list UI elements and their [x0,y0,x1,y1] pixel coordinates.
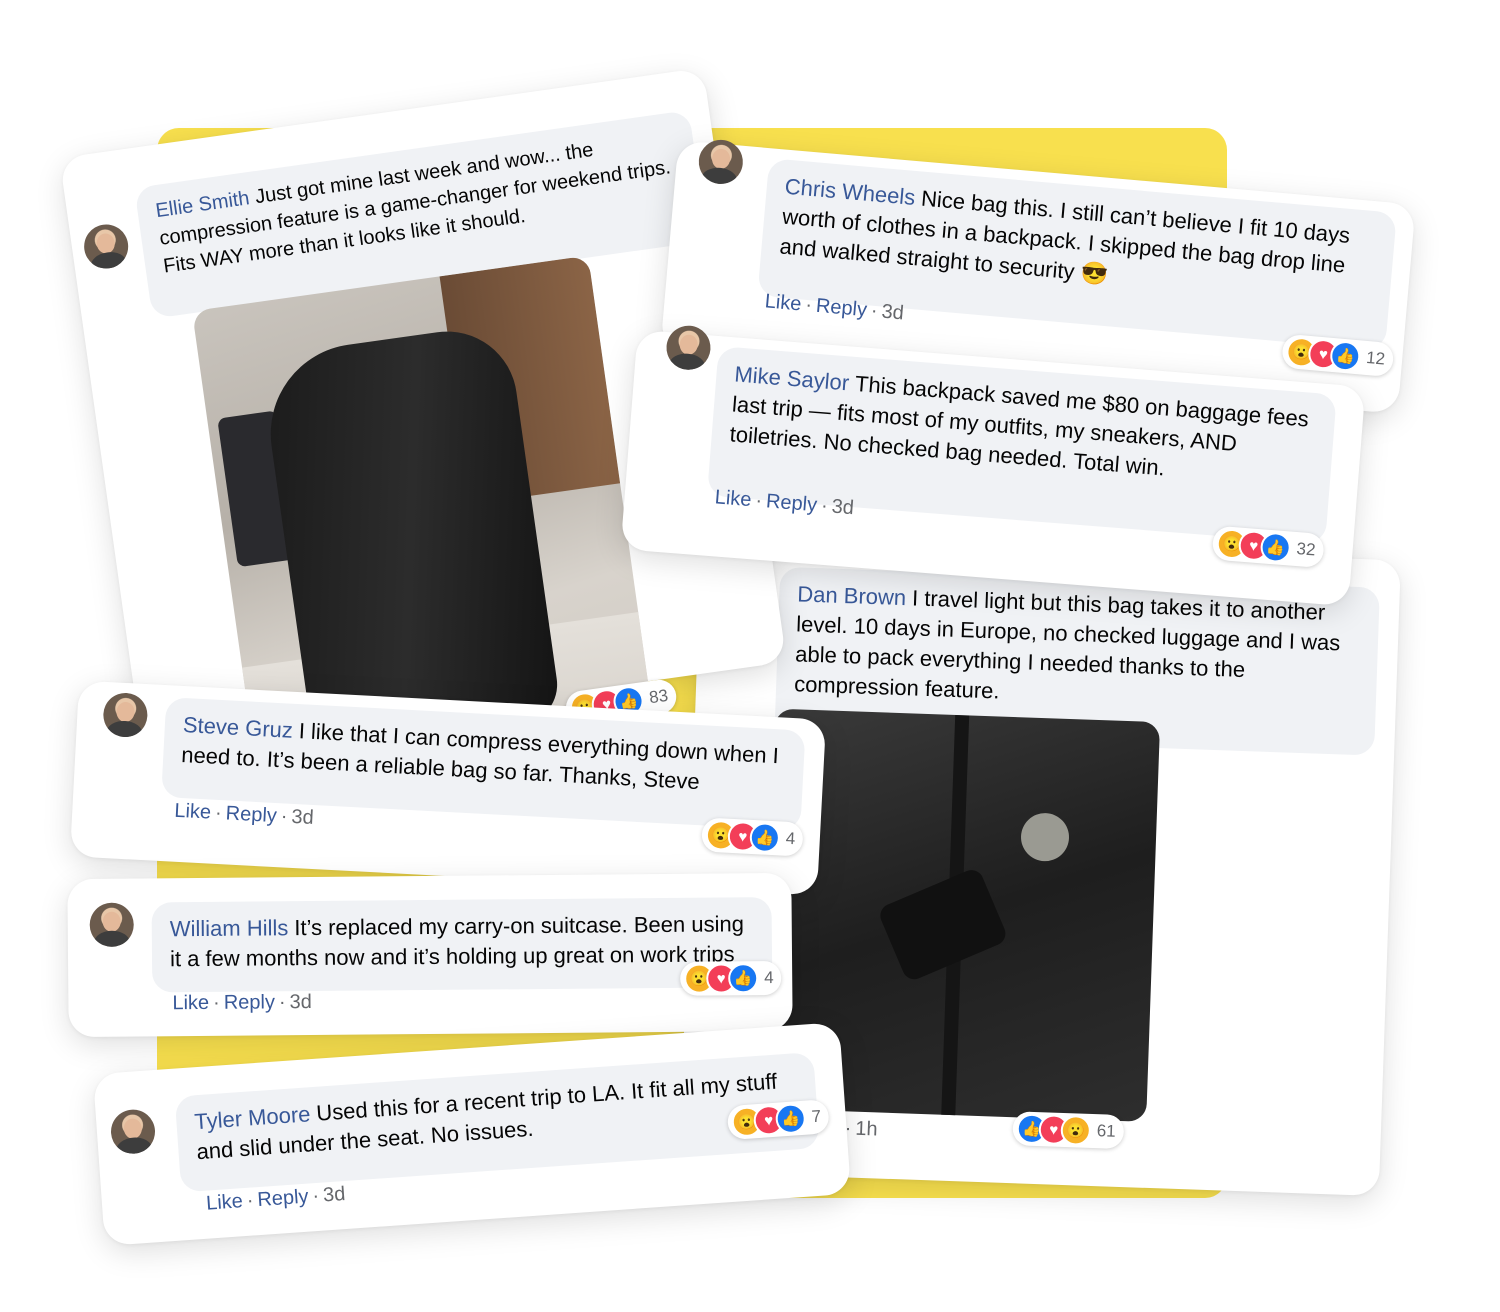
reply-link[interactable]: Reply [765,490,818,516]
avatar [109,1108,157,1156]
like-link[interactable]: Like [764,290,802,315]
commenter-name[interactable]: Steve Gruz [182,712,293,743]
like-link[interactable]: Like [174,800,212,824]
reply-link[interactable]: Reply [257,1186,310,1212]
comment-time: 3d [830,495,855,520]
comment-actions: Like · Reply · 3d [172,991,312,1015]
reaction-count: 4 [764,968,774,988]
avatar [696,138,745,186]
comment-bubble: Tyler Moore Used this for a recent trip t… [174,1052,820,1193]
avatar [81,221,132,272]
commenter-name[interactable]: Tyler Moore [194,1101,312,1134]
reply-link[interactable]: Reply [224,991,275,1013]
comment-time: 3d [289,991,312,1014]
reaction-count: 12 [1365,347,1386,369]
comment-bubble: Chris Wheels Nice bag this. I still can’t… [757,158,1397,351]
reply-link[interactable]: Reply [815,295,868,321]
comment-actions: Like · Reply · 3d [173,799,315,829]
reactions[interactable]: 😮 ♥ 👍 4 [701,817,805,857]
comment-card-william-hills: William Hills It’s replaced my carry-on s… [67,872,793,1038]
commenter-name[interactable]: William Hills [170,915,289,941]
like-link[interactable]: Like [172,992,209,1014]
like-reaction-icon: 👍 [1259,531,1292,564]
commenter-name[interactable]: Mike Saylor [734,361,851,395]
like-reaction-icon: 👍 [749,821,781,854]
comment-time: 1h [855,1117,879,1141]
reaction-count: 32 [1295,539,1317,560]
reactions[interactable]: 😮 ♥ 👍 7 [726,1099,831,1141]
like-reaction-icon: 👍 [728,963,759,994]
reaction-count: 4 [785,828,796,849]
comment-time: 3d [880,300,905,325]
avatar [102,691,149,739]
reaction-count: 61 [1096,1121,1117,1141]
reaction-count: 83 [647,685,670,708]
commenter-name[interactable]: Dan Brown [797,581,907,610]
reactions[interactable]: 😮 ♥ 👍 32 [1211,525,1325,569]
avatar [89,902,134,947]
wow-reaction-icon: 😮 [1060,1114,1092,1146]
reactions[interactable]: 👍 ♥ 😮 61 [1012,1111,1125,1150]
like-link[interactable]: Like [205,1190,243,1215]
comment-time: 3d [290,805,315,829]
like-reaction-icon: 👍 [1329,339,1362,373]
reaction-count: 7 [810,1106,822,1127]
reply-link[interactable]: Reply [225,802,277,827]
comment-time: 3d [322,1183,347,1207]
like-link[interactable]: Like [714,486,752,511]
comment-bubble: William Hills It’s replaced my carry-on s… [151,897,773,993]
reactions[interactable]: 😮 ♥ 👍 4 [680,960,782,996]
